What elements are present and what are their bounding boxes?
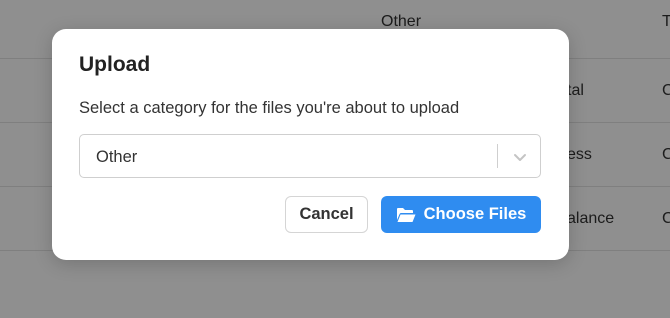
choose-files-label: Choose Files <box>423 205 527 223</box>
category-select[interactable]: Other <box>79 134 541 178</box>
modal-description: Select a category for the files you're a… <box>79 99 460 117</box>
select-separator <box>497 144 498 168</box>
chevron-down-icon[interactable] <box>510 147 530 167</box>
cancel-button[interactable]: Cancel <box>285 196 368 233</box>
modal-title: Upload <box>79 53 151 76</box>
folder-open-icon <box>396 207 416 223</box>
category-select-value: Other <box>96 148 138 166</box>
choose-files-button[interactable]: Choose Files <box>381 196 541 233</box>
upload-modal: Upload Select a category for the files y… <box>52 29 569 260</box>
